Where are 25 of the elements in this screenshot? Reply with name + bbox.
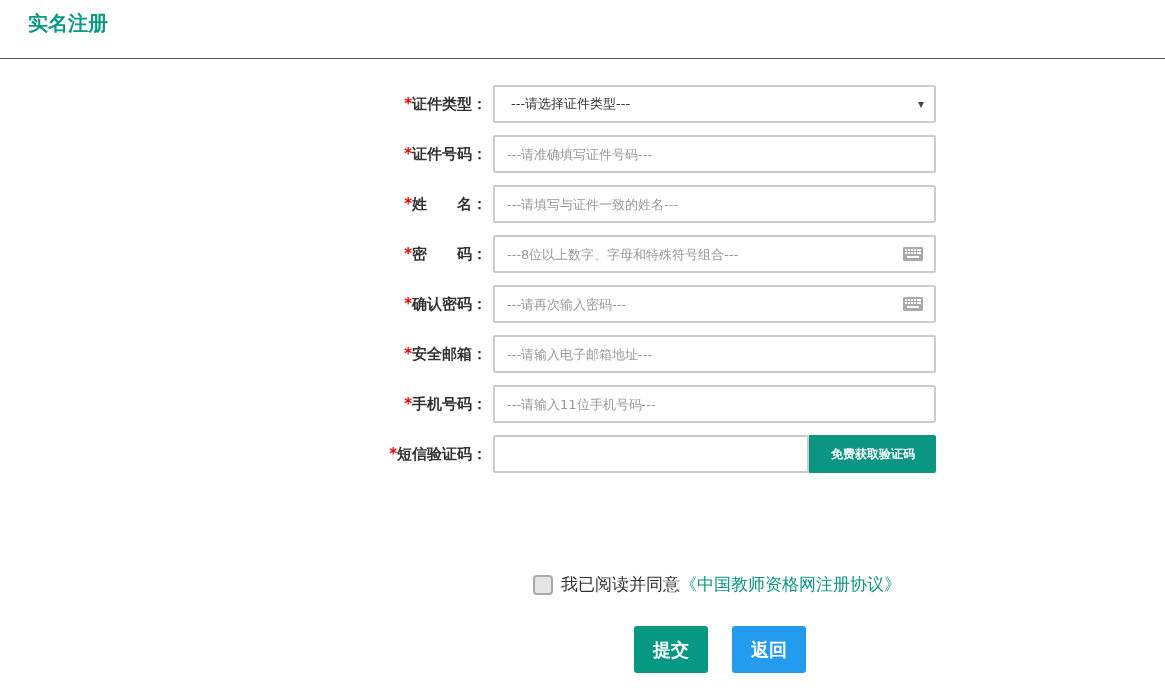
input-field[interactable]: ---请输入电子邮箱地址---: [493, 335, 936, 373]
agreement-text: 我已阅读并同意: [561, 573, 680, 596]
keyboard-icon[interactable]: [903, 247, 923, 261]
field-label: *密 码：: [403, 244, 488, 264]
submit-button[interactable]: 提交: [634, 626, 708, 673]
field-label: *确认密码：: [403, 294, 488, 314]
back-button[interactable]: 返回: [732, 626, 806, 673]
field-label: *短信验证码：: [388, 444, 488, 464]
password-field[interactable]: ---8位以上数字、字母和特殊符号组合---: [493, 235, 936, 273]
caret-icon: ▾: [917, 97, 924, 111]
field-label: *姓 名：: [403, 194, 488, 214]
password-field[interactable]: ---请再次输入密码---: [493, 285, 936, 323]
select-field[interactable]: ---请选择证件类型--- ▾: [493, 85, 936, 123]
input-field[interactable]: ---请输入11位手机号码---: [493, 385, 936, 423]
agreement-link[interactable]: 《中国教师资格网注册协议》: [680, 573, 901, 596]
checkbox[interactable]: [533, 574, 553, 595]
keyboard-icon[interactable]: [903, 297, 923, 311]
field-label: *证件类型：: [403, 94, 488, 114]
input-field[interactable]: ---请准确填写证件号码---: [493, 135, 936, 173]
field-label: *证件号码：: [403, 144, 488, 164]
get-code-button[interactable]: 免费获取验证码: [809, 435, 936, 473]
field-label: *安全邮箱：: [403, 344, 488, 364]
page-title: 实名注册: [28, 10, 108, 37]
input-field[interactable]: [493, 435, 809, 473]
field-label: *手机号码：: [403, 394, 488, 414]
